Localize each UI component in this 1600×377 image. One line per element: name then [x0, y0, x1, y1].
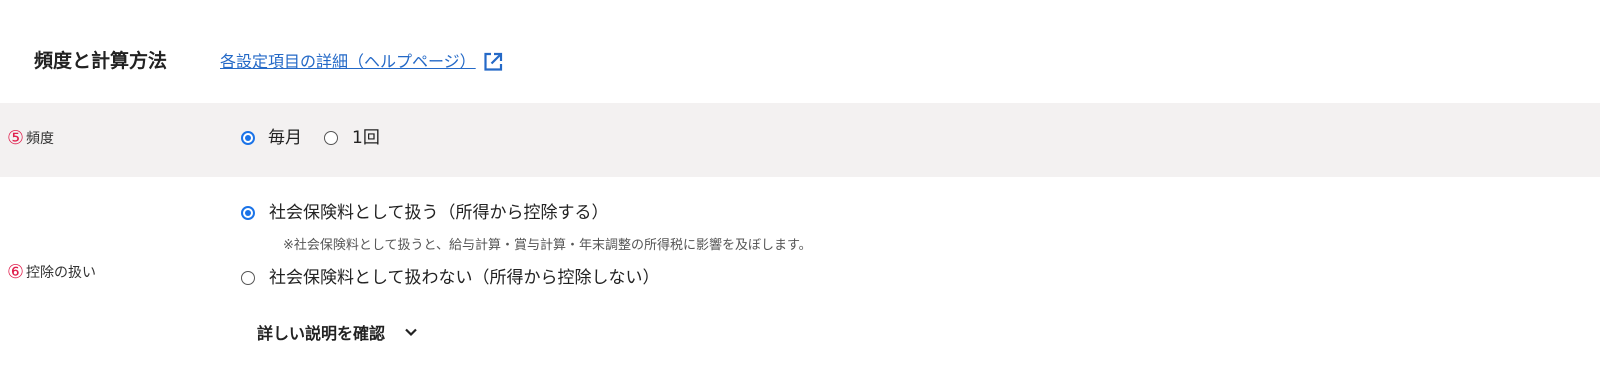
section-header: 頻度と計算方法 各設定項目の詳細（ヘルプページ）: [0, 0, 1600, 103]
details-toggle-button[interactable]: 詳しい説明を確認: [257, 320, 419, 344]
deduction-label: 控除の扱い: [26, 265, 97, 281]
deduction-option-treat[interactable]: 社会保険料として扱う（所得から控除する）: [241, 201, 609, 225]
deduction-note: ※社会保険料として扱うと、給与計算・賞与計算・年末調整の所得税に影響を及ぼします…: [283, 238, 812, 253]
deduction-number-marker: ⑥: [7, 261, 25, 283]
help-page-link[interactable]: 各設定項目の詳細（ヘルプページ）: [220, 50, 504, 74]
chevron-down-icon: [403, 324, 419, 340]
frequency-radio-group: 毎月 1回: [241, 126, 380, 150]
section-title: 頻度と計算方法: [34, 50, 168, 72]
frequency-monthly-label: 毎月: [268, 128, 302, 148]
frequency-once-label: 1回: [352, 128, 380, 148]
deduction-not-treat-label: 社会保険料として扱わない（所得から控除しない）: [269, 268, 660, 288]
deduction-row: [0, 177, 1600, 377]
frequency-option-once[interactable]: 1回: [324, 126, 380, 150]
deduction-not-treat-radio[interactable]: [241, 271, 255, 285]
frequency-number-marker: ⑤: [7, 127, 25, 149]
frequency-once-radio[interactable]: [324, 131, 338, 145]
deduction-label-wrap: ⑥ 控除の扱い: [7, 262, 96, 282]
deduction-treat-radio[interactable]: [241, 206, 255, 220]
frequency-label-wrap: ⑤ 頻度: [7, 128, 54, 148]
help-page-link-label: 各設定項目の詳細（ヘルプページ）: [220, 52, 476, 71]
frequency-option-monthly[interactable]: 毎月: [241, 126, 302, 150]
frequency-row: ⑤ 頻度 毎月 1回: [0, 103, 1600, 177]
external-link-icon: [482, 51, 504, 73]
frequency-monthly-radio[interactable]: [241, 131, 255, 145]
deduction-option-not-treat[interactable]: 社会保険料として扱わない（所得から控除しない）: [241, 266, 660, 290]
deduction-treat-label: 社会保険料として扱う（所得から控除する）: [269, 203, 609, 223]
details-toggle-label: 詳しい説明を確認: [257, 324, 386, 343]
frequency-label: 頻度: [26, 131, 55, 147]
